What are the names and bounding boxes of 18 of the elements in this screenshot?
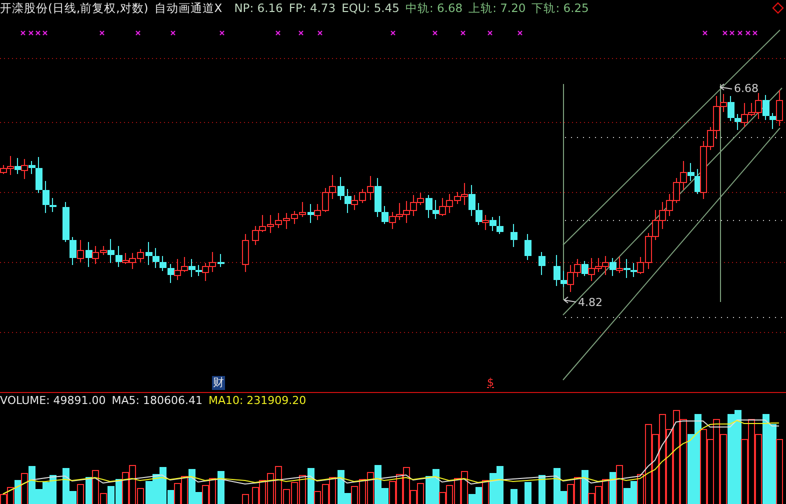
pointer-arrow-icon: [720, 84, 732, 90]
indicator-name: 自动画通道X: [154, 0, 222, 16]
indicator-readout: 上轨: 7.20: [468, 0, 526, 16]
indicator-readout: EQU: 5.45: [342, 1, 400, 15]
indicator-readout: NP: 6.16: [234, 1, 283, 15]
low-price-label: 4.82: [578, 296, 602, 309]
diamond-icon: [772, 2, 784, 14]
volume-readout: MA5: 180606.41: [112, 394, 202, 407]
volume-readout: MA10: 231909.20: [208, 394, 306, 407]
chart-title: 开滦股份(日线,前复权,对数): [0, 0, 148, 16]
indicator-readout: 中轨: 6.68: [405, 0, 463, 16]
finance-marker: 财: [212, 376, 225, 390]
indicator-readout: 下轨: 6.25: [532, 0, 589, 16]
high-price-label: 6.68: [734, 82, 758, 95]
pointer-arrow-icon: [564, 296, 576, 304]
volume-readout: VOLUME: 49891.00: [0, 394, 106, 407]
dividend-marker: $: [486, 376, 495, 390]
indicator-readout: FP: 4.73: [288, 1, 336, 15]
